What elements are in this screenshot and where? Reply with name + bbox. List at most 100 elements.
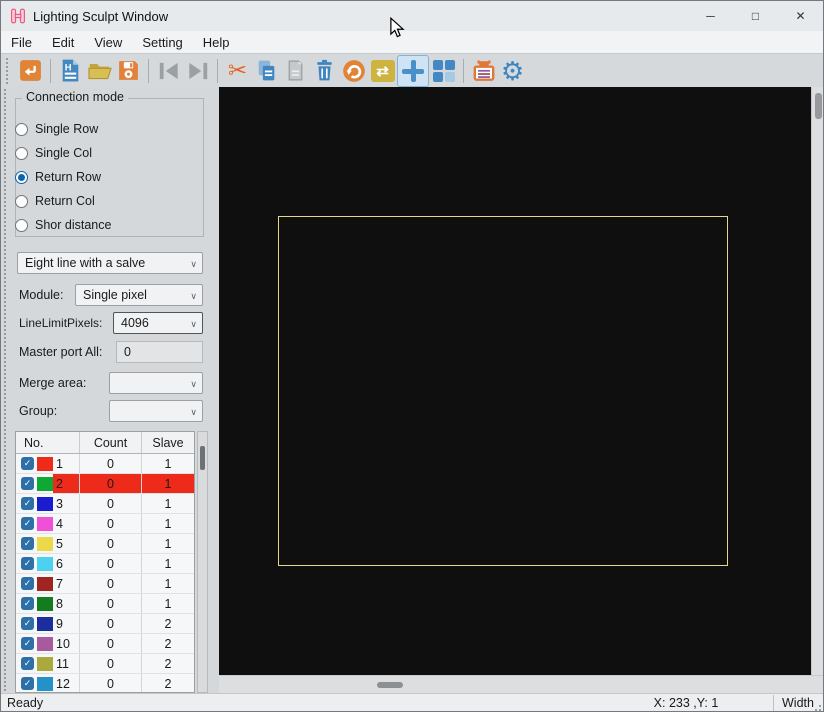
check-icon: ✓	[23, 498, 32, 508]
row-number: 9	[56, 616, 63, 631]
row-checkbox[interactable]: ✓	[21, 637, 34, 650]
panel-grip[interactable]	[4, 89, 7, 691]
menu-view[interactable]: View	[84, 33, 132, 52]
check-icon: ✓	[23, 518, 32, 528]
group-label: Group:	[19, 404, 58, 418]
resize-grip[interactable]	[811, 701, 821, 711]
new-hex-file-icon[interactable]: H	[56, 56, 85, 85]
table-row[interactable]: ✓ 11 0 2	[16, 654, 194, 674]
connection-mode-title: Connection mode	[22, 90, 128, 104]
menu-edit[interactable]: Edit	[42, 33, 84, 52]
table-scrollbar-thumb[interactable]	[200, 446, 205, 470]
line-limit-select[interactable]: 4096 ∨	[113, 312, 203, 334]
radio-single-col[interactable]: Single Col	[15, 144, 92, 162]
check-icon: ✓	[23, 638, 32, 648]
row-number: 1	[56, 456, 63, 471]
row-count: 0	[80, 494, 142, 513]
sculpt-canvas[interactable]	[219, 87, 811, 675]
header-count[interactable]: Count	[80, 432, 142, 453]
maximize-button[interactable]: □	[733, 1, 778, 31]
header-slave[interactable]: Slave	[142, 432, 194, 453]
status-ready: Ready	[7, 696, 44, 710]
row-checkbox[interactable]: ✓	[21, 677, 34, 690]
canvas-hscroll-thumb[interactable]	[377, 682, 403, 688]
master-port-field[interactable]: 0	[116, 341, 203, 363]
color-swatch	[37, 636, 53, 651]
row-checkbox[interactable]: ✓	[21, 537, 34, 550]
row-checkbox[interactable]: ✓	[21, 457, 34, 470]
row-slave: 1	[142, 474, 194, 493]
table-row[interactable]: ✓ 12 0 2	[16, 674, 194, 692]
menu-setting[interactable]: Setting	[132, 33, 192, 52]
settings-gear-icon[interactable]: ⚙	[498, 56, 527, 85]
group-select[interactable]: ∨	[109, 400, 203, 422]
table-row[interactable]: ✓ 3 0 1	[16, 494, 194, 514]
import-icon[interactable]	[16, 56, 45, 85]
save-icon[interactable]	[114, 56, 143, 85]
row-checkbox[interactable]: ✓	[21, 557, 34, 570]
toolbar-separator	[50, 58, 51, 83]
row-checkbox[interactable]: ✓	[21, 657, 34, 670]
check-icon: ✓	[23, 458, 32, 468]
canvas-vscroll-thumb[interactable]	[815, 93, 822, 119]
minimize-button[interactable]: ─	[688, 1, 733, 31]
crosshair-tool-icon[interactable]	[397, 54, 429, 87]
table-row[interactable]: ✓ 1 0 1	[16, 454, 194, 474]
row-checkbox[interactable]: ✓	[21, 517, 34, 530]
close-button[interactable]: ✕	[778, 1, 823, 31]
layout-grid-icon[interactable]	[429, 56, 458, 85]
canvas-horizontal-scrollbar[interactable]	[219, 675, 823, 693]
table-row[interactable]: ✓ 7 0 1	[16, 574, 194, 594]
chevron-down-icon: ∨	[190, 379, 197, 389]
row-count: 0	[80, 574, 142, 593]
table-row[interactable]: ✓ 2 0 1	[16, 474, 194, 494]
header-no[interactable]: No.	[16, 432, 80, 453]
module-select[interactable]: Single pixel ∨	[75, 284, 203, 306]
delete-icon[interactable]	[310, 56, 339, 85]
canvas-vertical-scrollbar[interactable]	[811, 87, 823, 675]
device-config-icon[interactable]	[469, 56, 498, 85]
check-icon: ✓	[23, 478, 32, 488]
row-count: 0	[80, 554, 142, 573]
swap-icon[interactable]: ⇄	[368, 56, 397, 85]
copy-icon[interactable]	[252, 56, 281, 85]
cut-icon[interactable]: ✂	[223, 56, 252, 85]
table-row[interactable]: ✓ 9 0 2	[16, 614, 194, 634]
menu-file[interactable]: File	[1, 33, 42, 52]
radio-icon	[15, 218, 28, 232]
chevron-down-icon: ∨	[190, 319, 197, 329]
skip-first-icon[interactable]	[154, 56, 183, 85]
table-scrollbar[interactable]	[197, 431, 208, 693]
row-slave: 2	[164, 636, 172, 651]
rotate-icon[interactable]	[339, 56, 368, 85]
row-checkbox[interactable]: ✓	[21, 577, 34, 590]
radio-return-col[interactable]: Return Col	[15, 192, 95, 210]
wiring-area-outline[interactable]	[278, 216, 728, 566]
table-row[interactable]: ✓ 4 0 1	[16, 514, 194, 534]
row-checkbox[interactable]: ✓	[21, 497, 34, 510]
row-checkbox[interactable]: ✓	[21, 477, 34, 490]
radio-shor-distance[interactable]: Shor distance	[15, 216, 111, 234]
row-slave: 2	[164, 676, 172, 691]
radio-return-row[interactable]: Return Row	[15, 168, 101, 186]
row-number: 6	[56, 556, 63, 571]
row-count: 0	[80, 674, 142, 692]
merge-area-select[interactable]: ∨	[109, 372, 203, 394]
row-slave: 2	[164, 616, 172, 631]
table-row[interactable]: ✓ 10 0 2	[16, 634, 194, 654]
row-number: 7	[56, 576, 63, 591]
color-swatch	[37, 476, 53, 491]
radio-single-row[interactable]: Single Row	[15, 120, 98, 138]
menu-help[interactable]: Help	[193, 33, 240, 52]
table-row[interactable]: ✓ 5 0 1	[16, 534, 194, 554]
row-checkbox[interactable]: ✓	[21, 597, 34, 610]
toolbar-grip[interactable]	[6, 57, 9, 84]
skip-last-icon[interactable]	[183, 56, 212, 85]
chevron-down-icon: ∨	[190, 407, 197, 417]
open-file-icon[interactable]	[85, 56, 114, 85]
table-row[interactable]: ✓ 6 0 1	[16, 554, 194, 574]
table-row[interactable]: ✓ 8 0 1	[16, 594, 194, 614]
row-checkbox[interactable]: ✓	[21, 617, 34, 630]
line-type-select[interactable]: Eight line with a salve ∨	[17, 252, 203, 274]
paste-icon[interactable]	[281, 56, 310, 85]
